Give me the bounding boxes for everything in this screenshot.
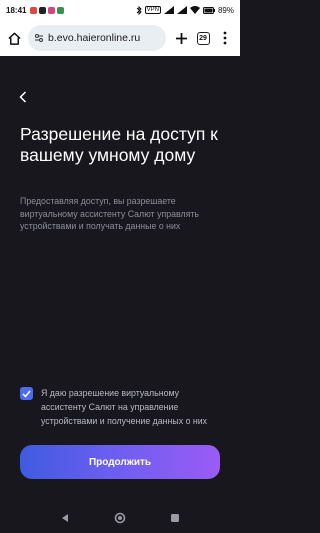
consent-row[interactable]: Я даю разрешение виртуальному ассистенту… bbox=[20, 386, 225, 428]
notification-icon-3 bbox=[48, 6, 56, 14]
menu-button[interactable] bbox=[214, 27, 236, 49]
status-right: VPN 89% bbox=[136, 5, 234, 15]
home-icon bbox=[7, 32, 21, 45]
wifi-icon bbox=[189, 6, 200, 14]
notification-icon-1 bbox=[30, 6, 38, 14]
url-text: b.evo.haieronline.ru bbox=[48, 32, 141, 44]
notification-icon-4 bbox=[57, 6, 65, 14]
system-nav-bar bbox=[0, 502, 240, 533]
home-button[interactable] bbox=[4, 28, 24, 48]
page-description: Предоставляя доступ, вы разрешаете вирту… bbox=[20, 196, 199, 231]
notification-icons bbox=[30, 6, 65, 14]
vpn-label: VPN bbox=[146, 7, 159, 13]
address-bar[interactable]: b.evo.haieronline.ru bbox=[28, 25, 166, 51]
tabs-button[interactable]: 29 bbox=[192, 27, 214, 49]
plus-icon bbox=[175, 32, 187, 44]
home-nav-icon[interactable] bbox=[114, 512, 126, 524]
chevron-left-icon bbox=[19, 91, 27, 103]
notification-icon-2 bbox=[39, 6, 47, 14]
signal-icon bbox=[163, 6, 174, 14]
signal-icon-2 bbox=[176, 6, 187, 14]
tabs-count: 29 bbox=[196, 31, 210, 45]
back-button[interactable] bbox=[18, 90, 32, 104]
bluetooth-icon bbox=[136, 5, 142, 15]
new-tab-button[interactable] bbox=[170, 27, 192, 49]
more-vert-icon bbox=[223, 31, 227, 45]
check-icon bbox=[22, 390, 31, 398]
main-content: Разрешение на доступ к вашему умному дом… bbox=[0, 56, 240, 502]
back-nav-icon[interactable] bbox=[60, 513, 70, 523]
consent-text: Я даю разрешение виртуальному ассистенту… bbox=[41, 388, 208, 426]
battery-percent: 89% bbox=[217, 5, 234, 15]
site-settings-icon[interactable] bbox=[34, 33, 44, 43]
recents-nav-icon[interactable] bbox=[170, 513, 180, 523]
page-title: Разрешение на доступ к вашему умному дом… bbox=[20, 124, 218, 165]
vpn-icon: VPN bbox=[144, 6, 161, 14]
status-bar: 18:41 VPN 89% bbox=[0, 0, 240, 20]
battery-icon bbox=[202, 6, 215, 14]
browser-toolbar: b.evo.haieronline.ru 29 bbox=[0, 20, 240, 56]
continue-button[interactable]: Продолжить bbox=[20, 445, 220, 479]
status-time: 18:41 bbox=[6, 5, 27, 15]
consent-checkbox[interactable] bbox=[20, 387, 33, 400]
